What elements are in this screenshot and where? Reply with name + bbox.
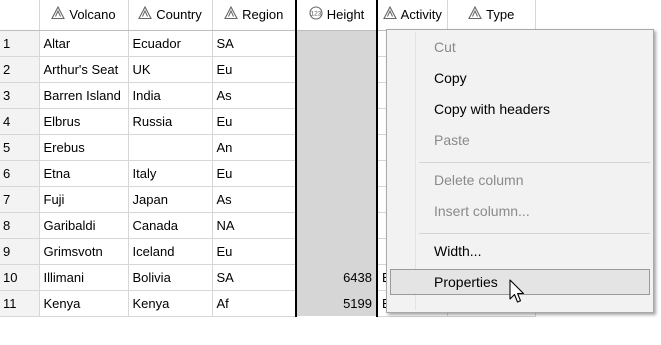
menu-item-copy[interactable]: Copy [390,65,650,91]
cell-region[interactable]: SA [212,30,297,57]
header-row: Volcano Country Region 123 Height Activity Typ… [0,0,536,31]
cell-height[interactable] [295,82,378,109]
cell-region[interactable]: As [212,82,297,109]
cell-country[interactable]: Japan [128,186,213,213]
menu-separator [419,162,650,163]
cell-volcano[interactable]: Elbrus [39,108,129,135]
cell-height[interactable]: 6438 [295,264,378,291]
column-header-activity[interactable]: Activity [377,0,448,31]
cell-height[interactable] [295,30,378,57]
cell-country[interactable]: Canada [128,212,213,239]
column-header-country[interactable]: Country [128,0,213,31]
header-corner[interactable] [0,0,40,31]
cell-region[interactable]: An [212,134,297,161]
context-menu: Cut Copy Copy with headers Paste Delete colu… [386,29,654,313]
column-header-label: Volcano [69,7,116,23]
row-number[interactable]: 5 [0,134,40,161]
cell-region[interactable]: As [212,186,297,213]
cell-height[interactable] [295,212,378,239]
cell-country[interactable]: UK [128,56,213,83]
cell-height[interactable] [295,56,378,83]
cell-height[interactable] [295,134,378,161]
menu-item-cut[interactable]: Cut [390,34,650,60]
cell-volcano[interactable]: Barren Island [39,82,129,109]
cell-volcano[interactable]: Fuji [39,186,129,213]
row-number[interactable]: 4 [0,108,40,135]
cell-region[interactable]: Eu [212,160,297,187]
cell-height[interactable] [295,186,378,213]
row-number[interactable]: 9 [0,238,40,265]
cell-volcano[interactable]: Erebus [39,134,129,161]
cell-height[interactable] [295,238,378,265]
cell-country[interactable]: Bolivia [128,264,213,291]
cell-volcano[interactable]: Arthur's Seat [39,56,129,83]
svg-text:123: 123 [310,11,321,18]
cell-volcano[interactable]: Kenya [39,290,129,317]
menu-item-paste[interactable]: Paste [390,127,650,153]
cell-height[interactable] [295,160,378,187]
text-type-icon [468,6,483,23]
row-number[interactable]: 3 [0,82,40,109]
column-header-region[interactable]: Region [212,0,297,31]
cell-country[interactable]: Ecuador [128,30,213,57]
column-header-label: Region [242,7,284,23]
cell-volcano[interactable]: Grimsvotn [39,238,129,265]
column-header-type[interactable]: Type [447,0,536,31]
text-type-icon [138,6,153,23]
column-header-label: Type [486,7,515,23]
row-number[interactable]: 11 [0,290,40,317]
column-header-volcano[interactable]: Volcano [39,0,129,31]
column-header-label: Activity [400,7,442,23]
menu-separator [419,233,650,234]
mouse-cursor-icon [509,279,525,303]
column-header-height[interactable]: 123 Height [295,0,378,31]
row-number[interactable]: 1 [0,30,40,57]
cell-volcano[interactable]: Illimani [39,264,129,291]
cell-volcano[interactable]: Altar [39,30,129,57]
menu-item-delete-column[interactable]: Delete column [390,167,650,193]
text-type-icon [51,6,66,23]
row-number[interactable]: 2 [0,56,40,83]
cell-country[interactable]: Italy [128,160,213,187]
row-number[interactable]: 6 [0,160,40,187]
cell-height[interactable] [295,108,378,135]
cell-volcano[interactable]: Garibaldi [39,212,129,239]
cell-region[interactable]: Eu [212,238,297,265]
numeric-type-icon: 123 [309,6,323,23]
cell-region[interactable]: SA [212,264,297,291]
cell-region[interactable]: NA [212,212,297,239]
cell-region[interactable]: Eu [212,108,297,135]
cell-country[interactable]: India [128,82,213,109]
cell-height[interactable]: 5199 [295,290,378,316]
cell-region[interactable]: Eu [212,56,297,83]
cell-country[interactable]: Russia [128,108,213,135]
menu-item-copy-with-headers[interactable]: Copy with headers [390,96,650,122]
text-type-icon [224,6,239,23]
cell-country[interactable]: Iceland [128,238,213,265]
column-header-label: Height [326,7,365,23]
row-number[interactable]: 10 [0,264,40,291]
menu-item-insert-column[interactable]: Insert column... [390,198,650,224]
column-header-label: Country [156,7,202,23]
text-type-icon [382,6,397,23]
row-number[interactable]: 8 [0,212,40,239]
cell-country[interactable]: Kenya [128,290,213,317]
row-number[interactable]: 7 [0,186,40,213]
cell-region[interactable]: Af [212,290,297,317]
cell-country[interactable] [128,134,213,161]
cell-volcano[interactable]: Etna [39,160,129,187]
menu-item-width[interactable]: Width... [390,238,650,264]
